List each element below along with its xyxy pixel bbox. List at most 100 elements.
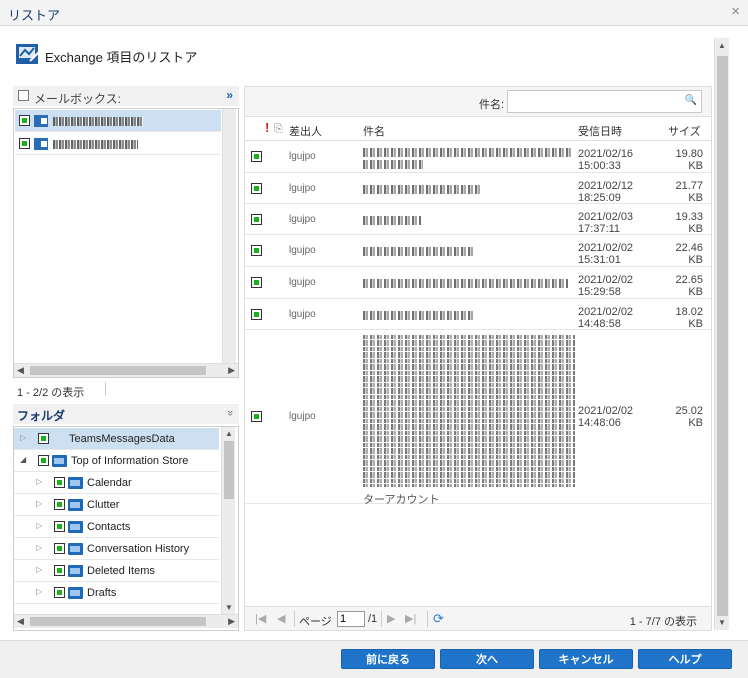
mailbox-hscroll-thumb[interactable] <box>30 366 206 375</box>
folder-check-icon[interactable] <box>54 521 65 532</box>
table-row[interactable]: lgujpo 2021/02/02 15:29:58 22.65 KB <box>245 268 711 299</box>
message-subject-redacted <box>363 148 573 157</box>
tree-collapse-icon[interactable]: ◢ <box>20 455 26 464</box>
folder-item-clutter[interactable]: ▷ Clutter <box>14 494 219 516</box>
mailbox-select-all-checkbox[interactable] <box>18 90 29 101</box>
folder-hscrollbar[interactable]: ◀ ▶ <box>14 614 238 628</box>
folder-item-drafts[interactable]: ▷ Drafts <box>14 582 219 604</box>
mailbox-check-icon[interactable] <box>19 138 30 149</box>
folder-item-contacts[interactable]: ▷ Contacts <box>14 516 219 538</box>
folder-hscroll-thumb[interactable] <box>30 617 206 626</box>
contacts-icon <box>68 521 83 533</box>
message-check-icon[interactable] <box>251 308 262 320</box>
mailbox-check-icon[interactable] <box>19 115 30 126</box>
message-subject-redacted <box>363 160 423 169</box>
folder-item-teamsmessagesdata[interactable]: ▷ TeamsMessagesData <box>14 428 219 450</box>
tree-expand-icon[interactable]: ▷ <box>20 433 26 442</box>
column-header-size[interactable]: サイズ <box>668 123 701 139</box>
mailbox-hscrollbar[interactable]: ◀ ▶ <box>14 363 238 377</box>
first-page-icon[interactable]: |◀ <box>255 612 266 625</box>
scroll-right-icon[interactable]: ▶ <box>228 616 235 627</box>
column-header-sender[interactable]: 差出人 <box>289 123 322 139</box>
folder-item-conversation-history[interactable]: ▷ Conversation History <box>14 538 219 560</box>
subject-search-input[interactable] <box>511 92 681 112</box>
last-page-icon[interactable]: ▶| <box>405 612 416 625</box>
back-button[interactable]: 前に戻る <box>341 649 435 669</box>
message-check-icon[interactable] <box>251 213 262 225</box>
importance-column-icon[interactable]: ! <box>265 120 269 135</box>
page-label: ページ <box>299 616 332 628</box>
restore-dialog-body: Exchange 項目のリストア メールボックス: » ◀ ▶ 1 - 2/2 … <box>5 30 731 638</box>
folder-check-icon[interactable] <box>38 433 49 444</box>
column-header-received[interactable]: 受信日時 <box>578 123 622 139</box>
scroll-left-icon[interactable]: ◀ <box>17 365 24 376</box>
folder-check-icon[interactable] <box>54 587 65 598</box>
folder-vscrollbar[interactable]: ▲ ▼ <box>221 427 235 614</box>
close-icon[interactable]: × <box>731 3 740 20</box>
search-icon[interactable]: 🔍 <box>685 95 697 106</box>
folder-check-icon[interactable] <box>54 477 65 488</box>
scroll-up-icon[interactable]: ▲ <box>225 429 233 438</box>
message-check-icon[interactable] <box>251 245 262 256</box>
table-row[interactable]: lgujpo 2021/02/16 15:00:33 19.80 KB <box>245 142 711 173</box>
folder-check-icon[interactable] <box>54 543 65 554</box>
scroll-left-icon[interactable]: ◀ <box>17 616 24 627</box>
tree-expand-icon[interactable]: ▷ <box>36 521 42 530</box>
mailbox-item[interactable] <box>15 133 221 155</box>
next-button[interactable]: 次へ <box>440 649 534 669</box>
folder-icon <box>68 543 83 555</box>
tree-expand-icon[interactable]: ▷ <box>36 543 42 552</box>
mailbox-item[interactable] <box>15 110 221 132</box>
message-size: 19.80 KB <box>675 148 703 172</box>
attachment-column-icon[interactable]: ⎘ <box>274 123 283 136</box>
message-check-icon[interactable] <box>251 277 262 288</box>
message-sender: lgujpo <box>289 213 316 225</box>
message-subject-redacted <box>363 311 475 320</box>
dialog-vscrollbar[interactable]: ▲ ▼ <box>714 38 729 630</box>
help-button[interactable]: ヘルプ <box>638 649 732 669</box>
dialog-footer: 前に戻る 次へ キャンセル ヘルプ <box>0 640 748 678</box>
scroll-up-icon[interactable]: ▲ <box>718 41 726 50</box>
message-check-icon[interactable] <box>251 411 262 422</box>
separator <box>105 382 106 396</box>
cancel-button[interactable]: キャンセル <box>539 649 633 669</box>
message-sender: lgujpo <box>289 308 316 320</box>
table-row[interactable]: lgujpo 2021/02/12 18:25:09 21.77 KB <box>245 174 711 204</box>
folder-check-icon[interactable] <box>38 455 49 466</box>
scroll-down-icon[interactable]: ▼ <box>718 618 726 627</box>
scroll-right-icon[interactable]: ▶ <box>228 365 235 376</box>
page-number-input[interactable] <box>337 611 365 627</box>
prev-page-icon[interactable]: ◀ <box>277 612 285 625</box>
table-row[interactable]: lgujpo 2021/02/02 15:31:01 22.46 KB <box>245 236 711 267</box>
table-row[interactable]: lgujpo 2021/02/03 17:37:11 19.33 KB <box>245 205 711 235</box>
column-header-subject[interactable]: 件名 <box>363 123 385 139</box>
message-size: 22.46 KB <box>675 242 703 266</box>
message-pager: |◀ ◀ ページ /1 ▶ ▶| ⟳ 1 - 7/7 の表示 <box>245 606 711 630</box>
table-row[interactable]: lgujpo ターアカウント 2021/02/02 14:48:06 25.02… <box>245 331 711 506</box>
folder-vscroll-thumb[interactable] <box>224 441 234 499</box>
tree-expand-icon[interactable]: ▷ <box>36 477 42 486</box>
tree-expand-icon[interactable]: ▷ <box>36 499 42 508</box>
table-row[interactable]: lgujpo 2021/02/02 14:48:58 18.02 KB <box>245 300 711 330</box>
tree-expand-icon[interactable]: ▷ <box>36 587 42 596</box>
mailbox-vscrollbar[interactable] <box>222 109 236 363</box>
message-search-bar: 件名: 🔍 <box>245 87 711 117</box>
message-check-icon[interactable] <box>251 182 262 194</box>
message-check-icon[interactable] <box>251 151 262 162</box>
next-page-icon[interactable]: ▶ <box>387 612 395 625</box>
mailbox-list: ◀ ▶ <box>13 108 239 378</box>
collapse-icon[interactable]: » <box>224 410 236 416</box>
dialog-vscroll-thumb[interactable] <box>717 56 728 616</box>
expand-icon[interactable]: » <box>226 88 233 102</box>
folder-label: Deleted Items <box>87 565 155 577</box>
folder-check-icon[interactable] <box>54 499 65 510</box>
refresh-icon[interactable]: ⟳ <box>433 611 444 627</box>
tree-expand-icon[interactable]: ▷ <box>36 565 42 574</box>
mailbox-count: 1 - 2/2 の表示 <box>17 387 85 399</box>
folder-item-calendar[interactable]: ▷ Calendar <box>14 472 219 494</box>
folder-item-deleted-items[interactable]: ▷ Deleted Items <box>14 560 219 582</box>
folder-check-icon[interactable] <box>54 565 65 576</box>
folder-item-top-of-information-store[interactable]: ◢ Top of Information Store <box>14 450 219 472</box>
scroll-down-icon[interactable]: ▼ <box>225 603 233 612</box>
message-size: 25.02 KB <box>675 405 703 429</box>
